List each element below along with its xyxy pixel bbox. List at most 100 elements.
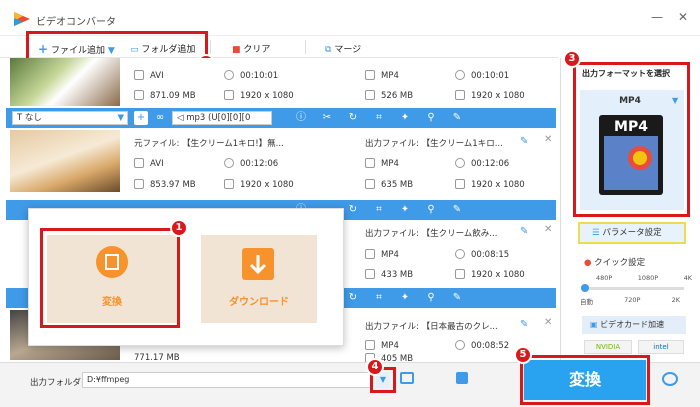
edit-icon[interactable]: ✎ (450, 203, 464, 217)
out-format: MP4 (365, 70, 399, 81)
highlight-box-3 (573, 62, 690, 217)
text-icon: T (17, 113, 23, 123)
divider (210, 40, 211, 54)
edit-filename-icon[interactable]: ✎ (520, 226, 528, 237)
effect-wand-icon[interactable]: ✦ (398, 291, 412, 305)
out-size: 433 MB (365, 269, 413, 280)
out-format: MP4 (365, 158, 399, 169)
src-format: AVI (134, 158, 164, 169)
edit-icon[interactable]: ✎ (450, 111, 464, 125)
video-thumbnail (10, 58, 120, 106)
output-folder-input[interactable]: D:¥ffmpeg (82, 372, 372, 388)
resolution-icon (455, 269, 465, 279)
watermark-icon[interactable]: ⚲ (424, 291, 438, 305)
link-icon[interactable]: ∞ (153, 111, 167, 125)
step-badge-1: 1 (170, 219, 188, 237)
src-size: 853.97 MB (134, 179, 196, 190)
intel-badge: intel (638, 340, 684, 354)
format-icon (365, 70, 375, 80)
out-size: 526 MB (365, 90, 413, 101)
quick-settings-label: ● クイック設定 (584, 258, 646, 268)
crop-icon[interactable]: ⌗ (372, 111, 386, 125)
gpu-accel-toggle[interactable]: ▣ ビデオカード加速 (582, 316, 686, 334)
out-format: MP4 (365, 340, 399, 351)
subtitle-select[interactable]: T なし ▼ (12, 111, 128, 125)
audio-select[interactable]: ◁ mp3 (U[0][0][0 (172, 111, 272, 125)
file-icon (365, 269, 375, 279)
file-icon (134, 90, 144, 100)
video-thumbnail (10, 130, 120, 192)
nvidia-badge: NVIDIA (584, 340, 632, 354)
highlight-box-1 (40, 228, 180, 328)
output-folder-label: 出力フォルダ: (30, 378, 84, 388)
format-icon (365, 249, 375, 259)
watermark-icon[interactable]: ⚲ (424, 203, 438, 217)
effect-wand-icon[interactable]: ✦ (398, 111, 412, 125)
edit-filename-icon[interactable]: ✎ (520, 136, 528, 147)
divider (305, 40, 306, 54)
step-badge-3: 3 (563, 50, 581, 68)
out-duration: 00:08:15 (455, 249, 509, 260)
add-subtitle-button[interactable]: + (134, 111, 148, 125)
resolution-icon (224, 90, 234, 100)
out-duration: 00:12:06 (455, 158, 509, 169)
crop-icon[interactable]: ⌗ (372, 291, 386, 305)
src-filename: 元ファイル: 【生クリーム1キロ!】無... (134, 139, 284, 149)
close-button[interactable]: ✕ (674, 8, 692, 26)
clock-icon (455, 249, 465, 259)
clear-button[interactable]: ■ クリア (232, 42, 270, 55)
highlight-box-5 (520, 355, 650, 405)
crop-icon[interactable]: ⌗ (372, 203, 386, 217)
clock-icon (455, 70, 465, 80)
app-logo-icon (14, 12, 30, 26)
rotate-icon[interactable]: ↻ (346, 203, 360, 217)
download-tile[interactable]: ダウンロード (201, 235, 317, 323)
download-icon (242, 248, 274, 280)
effect-wand-icon[interactable]: ✦ (398, 203, 412, 217)
format-icon (365, 158, 375, 168)
speaker-icon: ◁ (177, 113, 184, 123)
clock-icon (224, 70, 234, 80)
edit-icon[interactable]: ✎ (450, 291, 464, 305)
merge-button[interactable]: ⧉ マージ (325, 42, 361, 55)
sliders-icon: ☰ (592, 228, 600, 238)
out-filename: 出力ファイル: 【生クリーム飲み... (365, 229, 498, 239)
quick-slider-handle[interactable] (581, 284, 589, 292)
format-icon (134, 70, 144, 80)
format-icon (365, 340, 375, 350)
out-filename: 出力ファイル: 【日本最古のクレ... (365, 322, 498, 332)
out-duration: 00:08:52 (455, 340, 509, 351)
src-format: AVI (134, 70, 164, 81)
file-icon (365, 179, 375, 189)
quick-res-bottom: 自動 720P 2K (580, 296, 680, 306)
watermark-icon[interactable]: ⚲ (424, 111, 438, 125)
info-icon[interactable]: ⓘ (294, 111, 308, 125)
quick-slider-track[interactable] (584, 287, 684, 290)
src-duration: 00:10:01 (224, 70, 278, 81)
remove-file-icon[interactable]: ✕ (544, 317, 552, 328)
resolution-icon (455, 90, 465, 100)
quick-res-top: 480P 1080P 4K (596, 274, 692, 282)
rotate-icon[interactable]: ↻ (346, 111, 360, 125)
parameter-settings-button[interactable]: ☰ パラメータ設定 (578, 222, 686, 244)
src-resolution: 1920 x 1080 (224, 90, 294, 101)
export-icon[interactable] (456, 372, 468, 384)
format-icon (134, 158, 144, 168)
file-options-bar: T なし ▼ + ∞ ◁ mp3 (U[0][0][0 ⓘ ✂ ↻ ⌗ ✦ ⚲ ✎ (6, 108, 556, 128)
out-resolution: 1920 x 1080 (455, 179, 525, 190)
src-duration: 00:12:06 (224, 158, 278, 169)
out-format: MP4 (365, 249, 399, 260)
trash-icon: ■ (232, 45, 241, 55)
rocket-icon: ● (584, 258, 592, 268)
out-size: 635 MB (365, 179, 413, 190)
open-folder-icon[interactable] (400, 372, 414, 384)
alarm-clock-icon[interactable] (662, 372, 678, 386)
minimize-button[interactable]: — (648, 8, 666, 26)
remove-file-icon[interactable]: ✕ (544, 224, 552, 235)
clock-icon (455, 158, 465, 168)
remove-file-icon[interactable]: ✕ (544, 134, 552, 145)
edit-filename-icon[interactable]: ✎ (520, 319, 528, 330)
scissors-icon[interactable]: ✂ (320, 111, 334, 125)
rotate-icon[interactable]: ↻ (346, 291, 360, 305)
out-filename: 出力ファイル: 【生クリーム1キロ... (365, 139, 503, 149)
